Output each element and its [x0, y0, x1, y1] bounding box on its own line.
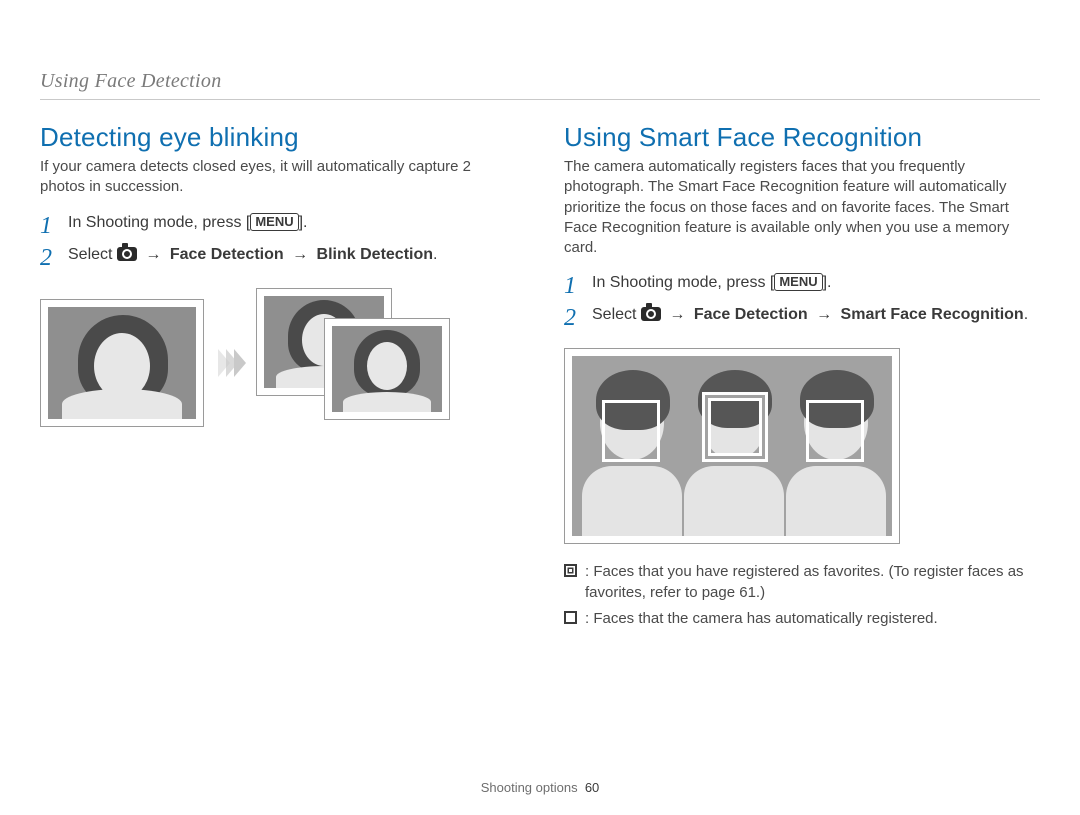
- right-step-1: 1 In Shooting mode, press [MENU].: [564, 272, 1040, 298]
- photo-stack-result: [256, 288, 456, 438]
- running-head: Using Face Detection: [40, 70, 1040, 93]
- menu-button-icon: MENU: [250, 213, 298, 231]
- photo-frame-eyes-closed: [40, 299, 204, 427]
- left-step-2: 2 Select → Face Detection → Blink Detect…: [40, 244, 516, 270]
- photo-frame-front: [324, 318, 450, 420]
- period: .: [433, 246, 437, 263]
- arrow-icon: →: [812, 306, 836, 323]
- face-box-favorite-icon: [702, 392, 768, 462]
- select-word: Select: [592, 306, 641, 323]
- auto-square-icon: [564, 611, 577, 624]
- period: .: [1024, 306, 1028, 323]
- step1-suffix: ].: [299, 214, 308, 231]
- right-intro: The camera automatically registers faces…: [564, 157, 1040, 258]
- step-text: Select → Face Detection → Smart Face Rec…: [592, 304, 1040, 326]
- legend-auto-text: : Faces that the camera has automaticall…: [585, 609, 938, 629]
- step1-prefix: In Shooting mode, press [: [68, 214, 250, 231]
- photo-placeholder: [48, 307, 196, 419]
- step-text: In Shooting mode, press [MENU].: [592, 272, 1040, 294]
- left-intro: If your camera detects closed eyes, it w…: [40, 157, 516, 198]
- face-box-single-icon: [602, 400, 660, 462]
- two-column-layout: Detecting eye blinking If your camera de…: [40, 122, 1040, 635]
- select-word: Select: [68, 246, 117, 263]
- photo-placeholder: [332, 326, 442, 412]
- legend-favorite: : Faces that you have registered as favo…: [564, 562, 1040, 603]
- path-face-detection: Face Detection: [694, 306, 808, 323]
- path-smart-face-recognition: Smart Face Recognition: [841, 306, 1024, 323]
- photo-frame-group: [564, 348, 900, 544]
- left-column: Detecting eye blinking If your camera de…: [40, 122, 516, 635]
- step1-suffix: ].: [823, 274, 832, 291]
- step-text: Select → Face Detection → Blink Detectio…: [68, 244, 516, 266]
- arrow-icon: →: [288, 246, 312, 263]
- left-heading: Detecting eye blinking: [40, 122, 516, 153]
- legend-list: : Faces that you have registered as favo…: [564, 562, 1040, 629]
- camera-icon: [117, 247, 137, 261]
- camera-icon: [641, 307, 661, 321]
- blink-detection-figure: [40, 288, 516, 438]
- step-number: 1: [40, 212, 58, 238]
- left-step-1: 1 In Shooting mode, press [MENU].: [40, 212, 516, 238]
- step-number: 2: [40, 244, 58, 270]
- footer-section: Shooting options: [481, 780, 578, 795]
- page-footer: Shooting options 60: [0, 780, 1080, 795]
- face-box-single-icon: [806, 400, 864, 462]
- right-column: Using Smart Face Recognition The camera …: [564, 122, 1040, 635]
- header-rule: [40, 99, 1040, 100]
- step1-prefix: In Shooting mode, press [: [592, 274, 774, 291]
- step-number: 1: [564, 272, 582, 298]
- manual-page: Using Face Detection Detecting eye blink…: [0, 0, 1080, 815]
- step-text: In Shooting mode, press [MENU].: [68, 212, 516, 234]
- arrow-icon: →: [141, 246, 165, 263]
- arrow-icon: →: [665, 306, 689, 323]
- menu-button-icon: MENU: [774, 273, 822, 291]
- photo-placeholder-group: [572, 356, 892, 536]
- step-number: 2: [564, 304, 582, 330]
- smart-face-recognition-figure: [564, 348, 1040, 544]
- progression-arrow-icon: [218, 349, 242, 377]
- right-step-2: 2 Select → Face Detection → Smart Face R…: [564, 304, 1040, 330]
- path-face-detection: Face Detection: [170, 246, 284, 263]
- right-heading: Using Smart Face Recognition: [564, 122, 1040, 153]
- legend-auto: : Faces that the camera has automaticall…: [564, 609, 1040, 629]
- path-blink-detection: Blink Detection: [317, 246, 433, 263]
- legend-favorite-text: : Faces that you have registered as favo…: [585, 562, 1040, 603]
- footer-page-number: 60: [585, 780, 599, 795]
- favorite-square-icon: [564, 564, 577, 577]
